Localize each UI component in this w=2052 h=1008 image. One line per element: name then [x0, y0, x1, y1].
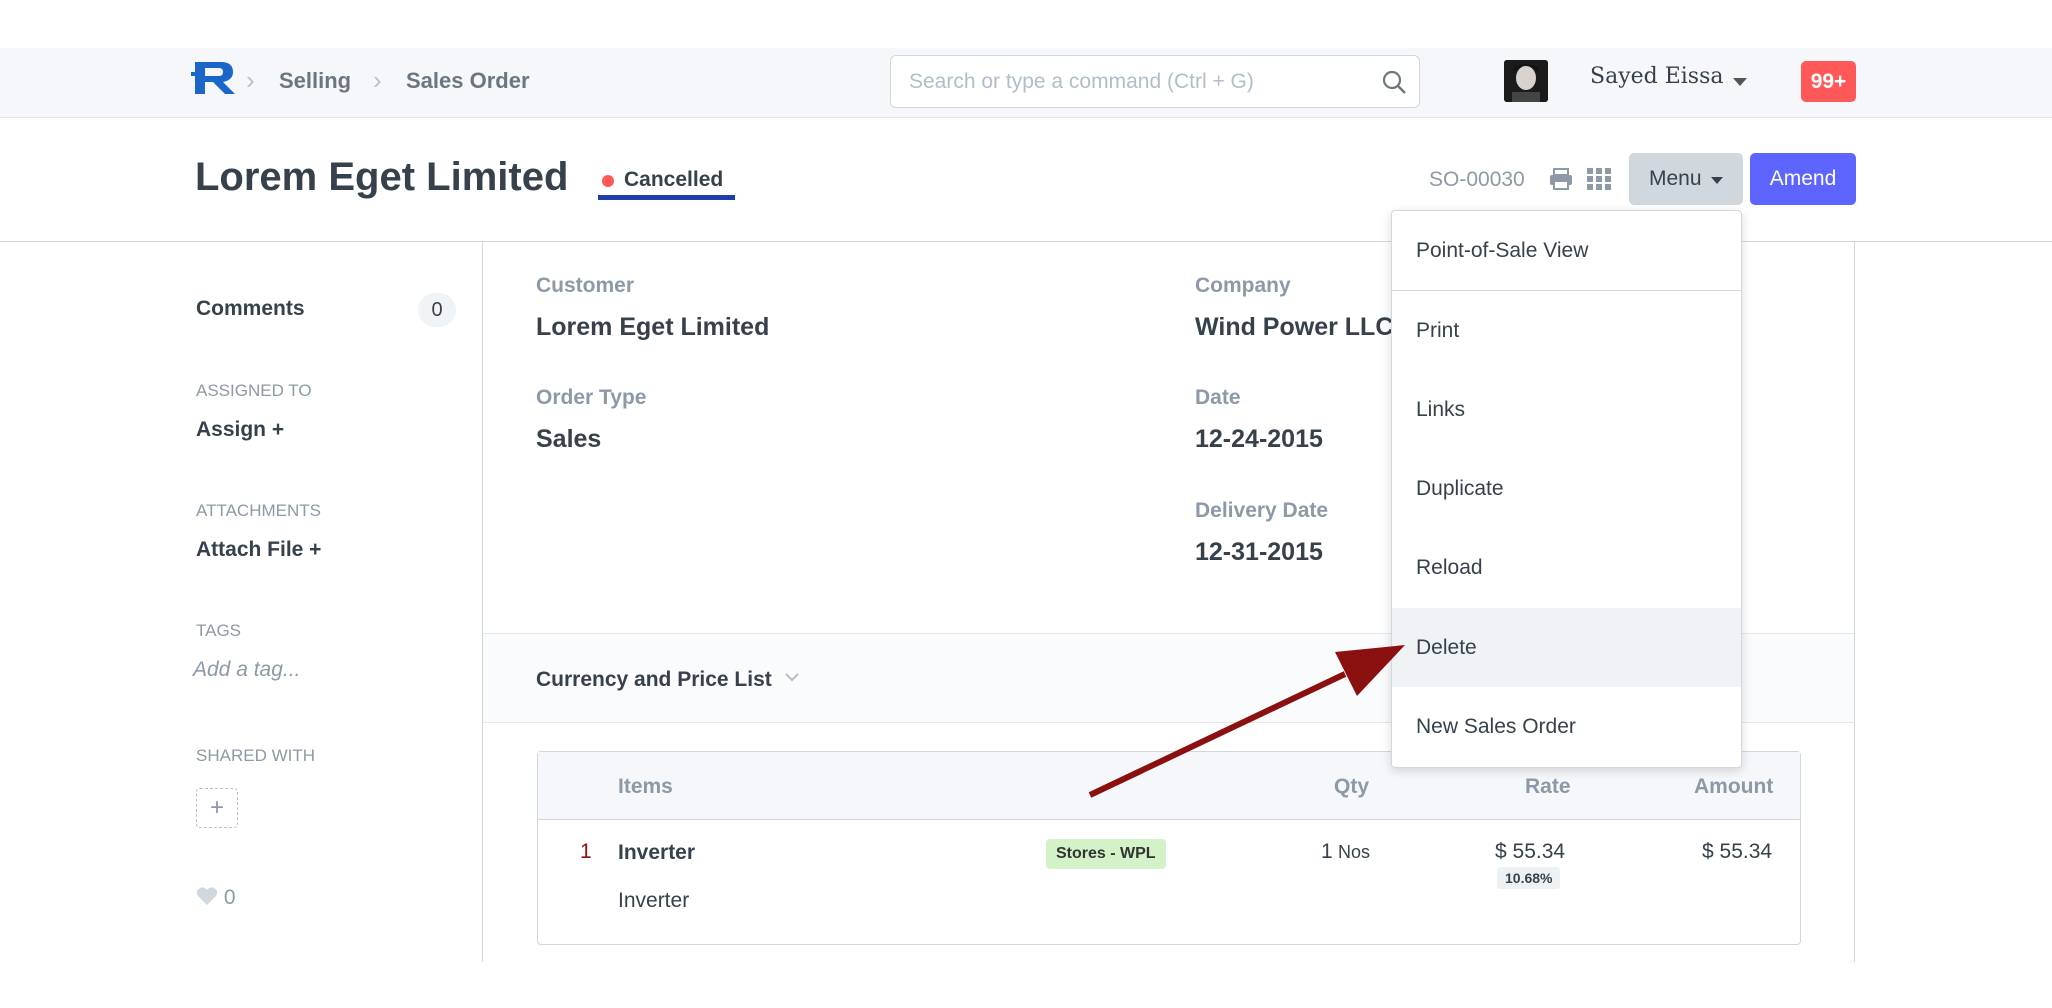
attachments-label: ATTACHMENTS: [196, 501, 321, 520]
like-count: 0: [223, 886, 236, 909]
item-code[interactable]: Inverter: [618, 841, 695, 865]
page-title: Lorem Eget Limited: [195, 155, 569, 199]
company-value: Wind Power LLC: [1195, 313, 1394, 341]
document-name: SO-00030: [1429, 168, 1525, 191]
notifications-badge[interactable]: 99+: [1801, 61, 1856, 102]
rate-value: $ 55.34: [1495, 840, 1566, 863]
avatar-image-icon: [1504, 60, 1548, 102]
menu-item-point-of-sale-view[interactable]: Point-of-Sale View: [1392, 211, 1741, 290]
qty-value: 1: [1321, 840, 1333, 863]
breadcrumb-sales-order[interactable]: Sales Order: [406, 68, 530, 94]
column-header-amount: Amount: [1694, 775, 1774, 798]
user-name[interactable]: Sayed Eissa: [1590, 64, 1724, 89]
order-type-label: Order Type: [536, 386, 647, 409]
assigned-to-label: ASSIGNED TO: [196, 381, 312, 400]
tags-label: TAGS: [196, 621, 242, 640]
breadcrumb-selling[interactable]: Selling: [279, 68, 351, 94]
chevron-down-icon: [1711, 177, 1723, 184]
menu-item-reload[interactable]: Reload: [1392, 528, 1741, 607]
status-label: Cancelled: [624, 168, 724, 191]
uom-value: Nos: [1338, 842, 1371, 862]
menu-item-print[interactable]: Print: [1392, 291, 1741, 370]
column-header-qty: Qty: [1334, 775, 1370, 798]
warehouse-badge: Stores - WPL: [1046, 839, 1166, 869]
order-type-value: Sales: [536, 425, 602, 453]
search-input[interactable]: Search or type a command (Ctrl + G): [890, 55, 1420, 108]
breadcrumb-separator-icon: ›: [373, 65, 382, 95]
menu-item-delete[interactable]: Delete: [1392, 608, 1741, 687]
amount-value: $ 55.34: [1702, 840, 1773, 863]
print-icon[interactable]: [1548, 167, 1574, 191]
customer-label: Customer: [536, 274, 635, 297]
user-dropdown-chevron-down-icon[interactable]: [1733, 78, 1747, 86]
assign-link[interactable]: Assign +: [196, 418, 284, 442]
menu-item-new-sales-order[interactable]: New Sales Order: [1392, 687, 1741, 766]
menu-dropdown: Point-of-Sale View Print Links Duplicate…: [1391, 210, 1742, 768]
attach-file-link[interactable]: Attach File +: [196, 538, 321, 562]
avatar[interactable]: [1504, 60, 1548, 102]
section-title: Currency and Price List: [536, 668, 772, 691]
main-panel-border: [1854, 242, 1855, 962]
company-label: Company: [1195, 274, 1291, 297]
items-table: Items Qty Rate Amount 1 Inverter Inverte…: [537, 751, 1801, 945]
search-icon[interactable]: [1381, 69, 1407, 95]
row-index: 1: [580, 840, 592, 863]
column-header-rate: Rate: [1525, 775, 1571, 798]
app-logo-icon[interactable]: [191, 58, 237, 96]
heart-icon: [196, 887, 218, 905]
menu-item-duplicate[interactable]: Duplicate: [1392, 449, 1741, 528]
main-panel-border: [482, 242, 483, 962]
like-button[interactable]: 0: [196, 886, 236, 910]
customer-value: Lorem Eget Limited: [536, 313, 770, 341]
add-share-button[interactable]: +: [196, 788, 238, 828]
comments-count-badge: 0: [418, 293, 456, 327]
shared-with-label: SHARED WITH: [196, 746, 315, 765]
add-tag-input[interactable]: Add a tag...: [193, 658, 300, 682]
amend-button[interactable]: Amend: [1750, 153, 1856, 205]
search-placeholder: Search or type a command (Ctrl + G): [909, 70, 1254, 93]
grid-icon[interactable]: [1586, 167, 1612, 191]
menu-item-links[interactable]: Links: [1392, 370, 1741, 449]
status-badge: Cancelled: [598, 166, 736, 200]
delivery-date-value: 12-31-2015: [1195, 538, 1323, 566]
item-name: Inverter: [618, 889, 690, 912]
column-header-items: Items: [618, 775, 673, 798]
chevron-down-icon: [785, 673, 799, 682]
discount-badge: 10.68%: [1497, 867, 1561, 889]
breadcrumb-separator-icon: ›: [246, 65, 255, 95]
status-dot-icon: [602, 175, 614, 187]
delivery-date-label: Delivery Date: [1195, 499, 1329, 522]
menu-button[interactable]: Menu: [1629, 153, 1743, 205]
menu-button-label: Menu: [1649, 167, 1702, 190]
date-label: Date: [1195, 386, 1241, 409]
sidebar-comments[interactable]: Comments: [196, 297, 305, 321]
date-value: 12-24-2015: [1195, 425, 1323, 453]
